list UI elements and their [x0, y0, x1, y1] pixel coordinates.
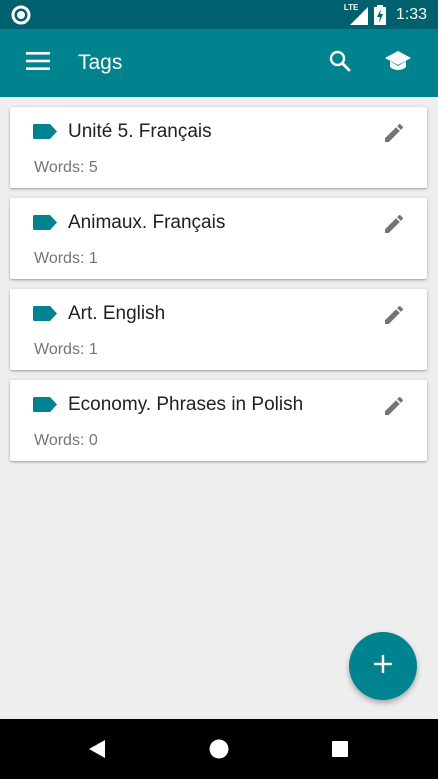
word-count: Words: 1: [34, 250, 98, 267]
tag-name: Unité 5. Français: [68, 121, 212, 142]
add-tag-button[interactable]: [349, 632, 417, 700]
home-icon[interactable]: [207, 737, 231, 761]
learn-button[interactable]: [378, 43, 418, 83]
page-title: Tags: [78, 51, 123, 74]
edit-icon[interactable]: [378, 117, 410, 149]
signal-icon: LTE: [343, 2, 368, 25]
label-icon: [33, 124, 57, 139]
tag-name: Animaux. Français: [68, 212, 226, 233]
tag-card[interactable]: Art. English Words: 1: [10, 289, 427, 370]
notification-icon: [11, 5, 31, 25]
search-icon: [328, 49, 352, 78]
label-icon: [33, 215, 57, 230]
tag-list: Unité 5. Français Words: 5 Animaux. Fran…: [10, 107, 427, 471]
word-count: Words: 5: [34, 159, 98, 176]
school-icon: [384, 49, 412, 78]
edit-icon[interactable]: [378, 390, 410, 422]
app-bar: Tags: [0, 29, 438, 97]
tag-card[interactable]: Animaux. Français Words: 1: [10, 198, 427, 279]
tag-name: Economy. Phrases in Polish: [68, 394, 304, 415]
plus-icon: [373, 654, 393, 679]
word-count: Words: 1: [34, 341, 98, 358]
edit-icon[interactable]: [378, 299, 410, 331]
status-bar: LTE 1:33: [0, 0, 438, 29]
word-count: Words: 0: [34, 432, 98, 449]
label-icon: [33, 397, 57, 412]
tag-card[interactable]: Unité 5. Français Words: 5: [10, 107, 427, 188]
search-button[interactable]: [320, 43, 360, 83]
tag-name: Art. English: [68, 303, 166, 324]
label-icon: [33, 306, 57, 321]
status-time: 1:33: [395, 5, 427, 23]
navigation-bar: [0, 719, 438, 779]
edit-icon[interactable]: [378, 208, 410, 240]
recents-icon[interactable]: [328, 737, 352, 761]
back-icon[interactable]: [85, 737, 109, 761]
battery-icon: [373, 4, 386, 25]
status-indicators: LTE 1:33: [343, 0, 427, 29]
tag-card[interactable]: Economy. Phrases in Polish Words: 0: [10, 380, 427, 461]
network-type-label: LTE: [343, 2, 359, 12]
menu-button[interactable]: [18, 43, 58, 83]
menu-icon: [26, 51, 50, 75]
